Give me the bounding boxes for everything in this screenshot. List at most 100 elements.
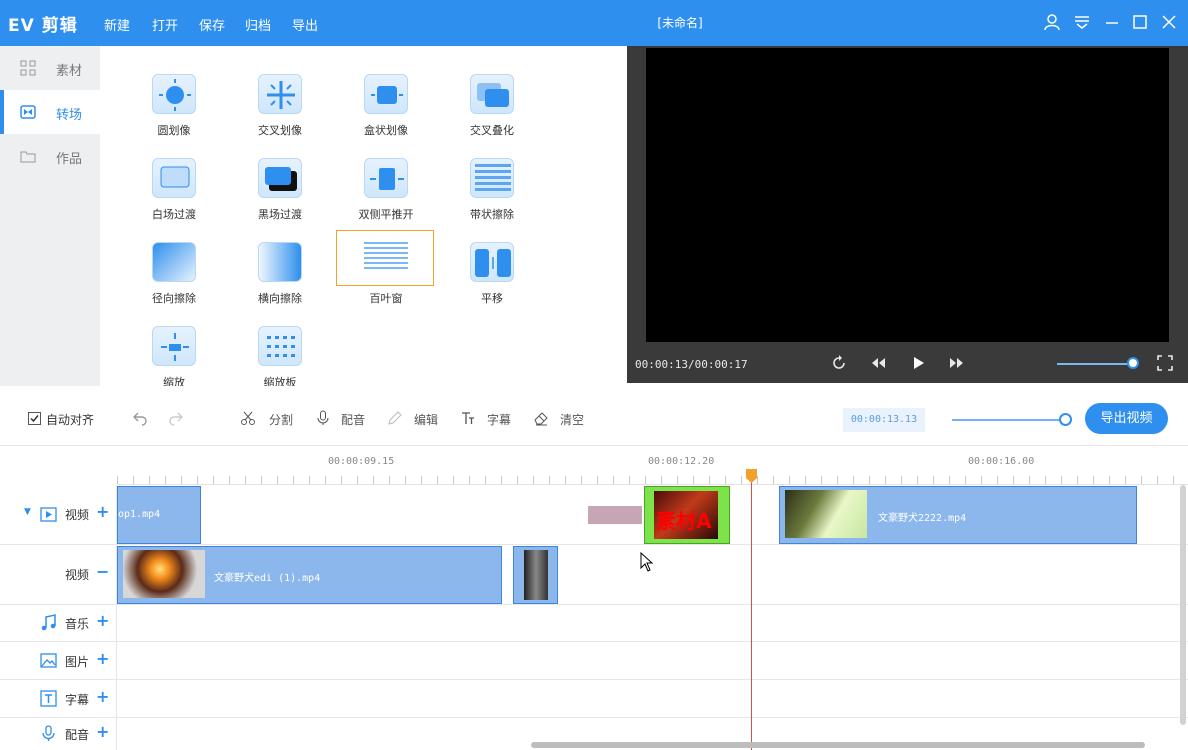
- menu-dropdown-icon[interactable]: [1073, 13, 1091, 31]
- title-bar: EV 剪辑 新建 打开 保存 归档 导出 [未命名]: [0, 0, 1188, 46]
- maximize-icon[interactable]: [1131, 13, 1149, 31]
- minimize-icon[interactable]: [1103, 13, 1121, 31]
- subtitle-button[interactable]: 字幕: [487, 411, 511, 428]
- zoom-knob[interactable]: [1059, 413, 1072, 426]
- clip-thumbnail: [785, 490, 867, 538]
- edit-button[interactable]: 编辑: [414, 411, 438, 428]
- menu-save[interactable]: 保存: [199, 15, 225, 34]
- timeline-horizontal-scrollbar[interactable]: [531, 742, 1145, 748]
- clip-wenhao-2222[interactable]: 文豪野犬2222.mp4: [779, 486, 1137, 544]
- current-time-display: 00:00:13.13: [843, 408, 925, 432]
- transition-label: 交叉划像: [258, 124, 302, 137]
- band-wipe-icon: [470, 158, 514, 198]
- transition-blinds[interactable]: [336, 230, 434, 286]
- transition-horizontal-wipe[interactable]: 横向擦除: [230, 238, 326, 322]
- playhead-line[interactable]: [751, 477, 752, 750]
- transition-grid: 圆划像 交叉划像 盒状划像 交叉叠化 白场过渡 黑场过渡 双侧平推开 带状擦除 …: [100, 46, 620, 386]
- user-icon[interactable]: [1043, 13, 1061, 31]
- add-subtitle-button[interactable]: +: [96, 687, 109, 706]
- image-icon: [40, 653, 57, 668]
- box-wipe-icon: [364, 74, 408, 114]
- nav-item-transitions[interactable]: 转场: [0, 90, 100, 134]
- track-music: 音乐 +: [0, 605, 1188, 642]
- microphone-icon[interactable]: [315, 410, 331, 426]
- scissors-icon[interactable]: [240, 410, 256, 426]
- add-image-button[interactable]: +: [96, 649, 109, 668]
- eraser-icon[interactable]: [533, 410, 549, 426]
- clip-thumbnail: [524, 550, 548, 600]
- split-button[interactable]: 分割: [269, 411, 293, 428]
- transition-label: 黑场过渡: [258, 208, 302, 221]
- preview-time: 00:00:13/00:00:17: [635, 358, 748, 371]
- replay-icon[interactable]: [831, 355, 847, 371]
- zoom-board-icon: [258, 326, 302, 366]
- transition-cross-dissolve[interactable]: 交叉叠化: [442, 70, 538, 154]
- menu-archive[interactable]: 归档: [245, 15, 271, 34]
- transition-zoom[interactable]: 缩放: [124, 322, 220, 386]
- volume-knob[interactable]: [1127, 357, 1139, 369]
- cross-wipe-icon: [258, 74, 302, 114]
- menu-new[interactable]: 新建: [104, 15, 130, 34]
- rewind-icon[interactable]: [870, 355, 886, 371]
- remove-video-button[interactable]: −: [96, 562, 109, 581]
- track-label: 图片: [65, 655, 90, 669]
- add-dub-button[interactable]: +: [96, 722, 109, 741]
- clear-button[interactable]: 清空: [560, 411, 584, 428]
- track-video-2: 视频 − 文豪野犬edi (1).mp4: [0, 545, 1188, 605]
- transition-radial-wipe[interactable]: 径向擦除: [124, 238, 220, 322]
- transition-double-push[interactable]: 双侧平推开: [336, 154, 432, 238]
- window-title: [未命名]: [657, 16, 703, 30]
- export-video-button[interactable]: 导出视频: [1085, 403, 1168, 434]
- transition-label: 平移: [481, 292, 503, 305]
- fast-forward-icon[interactable]: [949, 355, 965, 371]
- menu-export[interactable]: 导出: [292, 15, 318, 34]
- track-image: 图片 +: [0, 642, 1188, 680]
- auto-align-checkbox[interactable]: [28, 412, 41, 425]
- transition-label: 带状擦除: [470, 208, 514, 221]
- close-icon[interactable]: [1160, 13, 1178, 31]
- timeline-ruler[interactable]: 00:00:09.15 00:00:12.20 00:00:16.00: [117, 447, 1188, 485]
- menu-open[interactable]: 打开: [152, 15, 178, 34]
- transition-zoom-board[interactable]: 缩放板: [230, 322, 326, 386]
- transition-label: 盒状划像: [364, 124, 408, 137]
- white-fade-icon: [152, 158, 196, 198]
- clip-short[interactable]: [513, 546, 558, 604]
- ruler-ticks: [117, 476, 1188, 484]
- cross-dissolve-icon: [470, 74, 514, 114]
- transition-circle-wipe[interactable]: 圆划像: [124, 70, 220, 154]
- nav-item-works[interactable]: 作品: [0, 134, 100, 178]
- add-music-button[interactable]: +: [96, 611, 109, 630]
- transition-black-fade[interactable]: 黑场过渡: [230, 154, 326, 238]
- auto-align-label[interactable]: 自动对齐: [46, 411, 94, 428]
- dub-button[interactable]: 配音: [341, 411, 365, 428]
- nav-item-materials[interactable]: 素材: [0, 46, 100, 90]
- redo-icon[interactable]: [168, 410, 184, 426]
- clip-material-a[interactable]: 素材A: [644, 486, 730, 544]
- transition-cross-wipe[interactable]: 交叉划像: [230, 70, 326, 154]
- timeline-vertical-scrollbar[interactable]: [1180, 485, 1186, 725]
- transition-band-wipe[interactable]: 带状擦除: [442, 154, 538, 238]
- pencil-icon[interactable]: [387, 410, 403, 426]
- checkmark-icon: [30, 415, 39, 423]
- play-icon[interactable]: [910, 355, 926, 371]
- add-video-button[interactable]: +: [96, 502, 109, 521]
- ruler-label: 00:00:12.20: [648, 456, 715, 467]
- timeline: 00:00:09.15 00:00:12.20 00:00:16.00 ▼ 视频…: [0, 447, 1188, 750]
- undo-icon[interactable]: [132, 410, 148, 426]
- collapse-arrow-icon[interactable]: ▼: [24, 507, 31, 517]
- transition-label: 圆划像: [157, 124, 191, 137]
- fullscreen-icon[interactable]: [1157, 355, 1173, 371]
- transition-white-fade[interactable]: 白场过渡: [124, 154, 220, 238]
- track-subtitle: 字幕 +: [0, 680, 1188, 718]
- nav-item-label: 作品: [56, 152, 83, 167]
- zoom-slider[interactable]: [952, 419, 1064, 421]
- preview-panel: 00:00:13/00:00:17: [627, 46, 1188, 383]
- clip-wenhao-edi[interactable]: 文豪野犬edi (1).mp4: [117, 546, 502, 604]
- text-icon[interactable]: [460, 410, 476, 426]
- transition-box-wipe[interactable]: 盒状划像: [336, 70, 432, 154]
- clip-op1[interactable]: op1.mp4: [117, 486, 201, 544]
- black-fade-icon: [258, 158, 302, 198]
- microphone-icon: [42, 725, 55, 741]
- transition-slide[interactable]: 平移: [442, 238, 538, 322]
- volume-slider[interactable]: [1057, 363, 1133, 365]
